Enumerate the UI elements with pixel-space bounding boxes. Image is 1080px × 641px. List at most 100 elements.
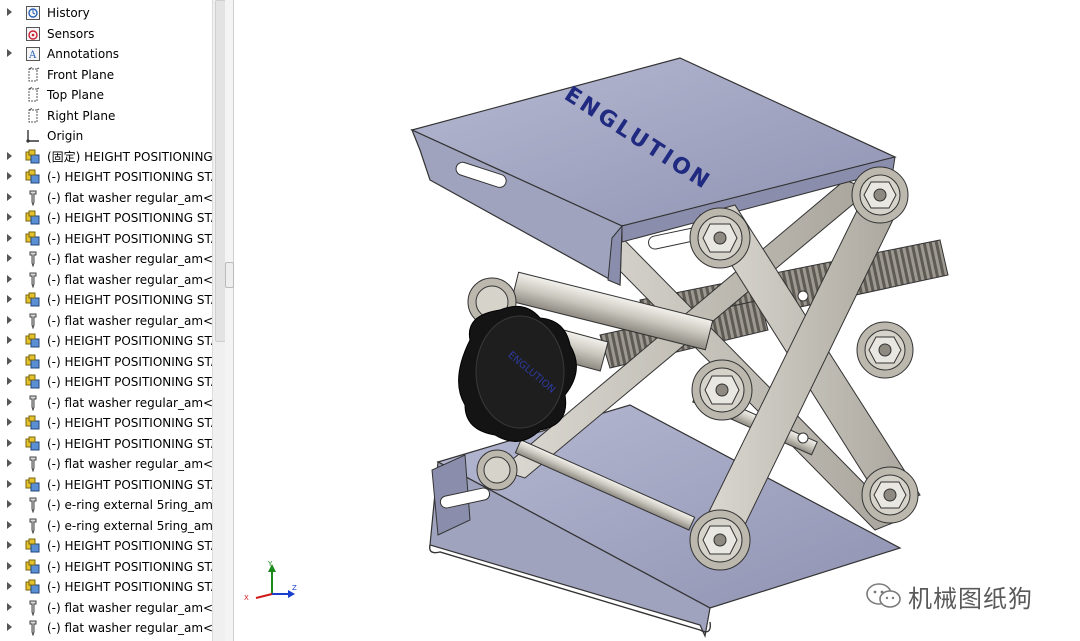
expand-arrow-icon[interactable] (7, 520, 12, 529)
assembly-icon (25, 231, 41, 247)
tree-item[interactable]: (-) flat washer regular_am<3 (0, 270, 212, 290)
tree-item-label: (-) HEIGHT POSITIONING STA (47, 293, 212, 307)
tree-item[interactable]: History (0, 3, 212, 23)
expand-arrow-icon[interactable] (7, 254, 12, 262)
tree-item[interactable]: (-) HEIGHT POSITIONING STA (0, 536, 212, 556)
tree-item[interactable]: (-) flat washer regular_am<2 (0, 249, 212, 269)
expand-arrow-icon[interactable] (7, 479, 12, 488)
part-icon (25, 190, 41, 207)
tree-item[interactable]: Right Plane (0, 106, 212, 126)
tree-item[interactable]: Origin (0, 126, 212, 146)
tree-item[interactable]: (-) HEIGHT POSITIONING STA (0, 557, 212, 577)
tree-item[interactable]: (-) e-ring external 5ring_am<3 (0, 516, 212, 536)
tree-item-label: (-) HEIGHT POSITIONING STA (47, 354, 212, 369)
expand-arrow-icon[interactable] (7, 561, 12, 570)
expand-arrow-icon[interactable] (7, 151, 12, 160)
expand-arrow-icon[interactable] (7, 356, 12, 365)
tree-item[interactable]: (-) HEIGHT POSITIONING STA (0, 413, 212, 433)
expand-arrow-icon[interactable] (7, 49, 12, 57)
watermark: 机械图纸狗 (866, 578, 1033, 614)
tree-item[interactable]: (-) HEIGHT POSITIONING STA (0, 577, 212, 597)
panel-splitter[interactable] (225, 0, 234, 641)
annotations-icon: A (25, 46, 41, 62)
tree-item[interactable]: (-) HEIGHT POSITIONING STA (0, 475, 212, 495)
tree-item[interactable]: (-) flat washer regular_am<1 (0, 188, 212, 208)
expand-arrow-icon[interactable] (7, 397, 12, 406)
part-icon (25, 251, 41, 268)
tree-item[interactable]: Sensors (0, 24, 212, 44)
tree-item-label: History (47, 6, 90, 20)
tree-item[interactable]: (固定) HEIGHT POSITIONING S (0, 147, 212, 167)
assembly-icon (25, 436, 41, 452)
wechat-icon (866, 583, 901, 608)
tree-item[interactable]: (-) flat washer regular_am<6 (0, 454, 212, 474)
part-icon (25, 600, 41, 617)
part-icon (25, 518, 41, 535)
expand-arrow-icon[interactable] (7, 315, 12, 324)
tree-item-label: (-) HEIGHT POSITIONING STA (47, 477, 212, 492)
tree-item[interactable]: (-) HEIGHT POSITIONING STA (0, 372, 212, 392)
plane-icon (25, 66, 41, 83)
tree-item-label: (-) HEIGHT POSITIONING STA (47, 231, 212, 246)
expand-arrow-icon[interactable] (7, 295, 12, 303)
tree-item-label: (-) e-ring external 5ring_am<2 (47, 498, 212, 512)
sensors-icon (25, 26, 41, 42)
tree-item[interactable]: (-) flat washer regular_am<5 (0, 393, 212, 413)
expand-arrow-icon[interactable] (7, 233, 12, 242)
expand-arrow-icon[interactable] (7, 541, 12, 549)
expand-arrow-icon[interactable] (7, 438, 12, 447)
origin-icon (25, 128, 41, 144)
tree-item[interactable]: (-) HEIGHT POSITIONING STA (0, 331, 212, 351)
assembly-icon (25, 579, 41, 595)
expand-arrow-icon[interactable] (7, 602, 12, 611)
tree-item[interactable]: (-) HEIGHT POSITIONING STA (0, 290, 212, 310)
tree-vertical-scrollbar[interactable] (212, 0, 226, 641)
tree-item[interactable]: Top Plane (0, 85, 212, 105)
expand-arrow-icon[interactable] (7, 274, 12, 283)
expand-arrow-icon[interactable] (7, 500, 12, 508)
tree-item[interactable]: (-) e-ring external 5ring_am<2 (0, 495, 212, 515)
expand-arrow-icon[interactable] (7, 192, 12, 201)
tree-item[interactable]: (-) HEIGHT POSITIONING STA (0, 434, 212, 454)
expand-arrow-icon[interactable] (7, 336, 12, 344)
tree-item[interactable]: (-) HEIGHT POSITIONING STA (0, 352, 212, 372)
triad-y-label: Y (267, 560, 273, 568)
plane-icon (25, 107, 41, 124)
tree-item-label: (-) HEIGHT POSITIONING STA (47, 559, 212, 574)
expand-arrow-icon[interactable] (7, 582, 12, 590)
tree-item-label: (-) flat washer regular_am<1 (47, 190, 212, 205)
tree-item[interactable]: (-) HEIGHT POSITIONING STA (0, 167, 212, 187)
tree-item-label: Annotations (47, 47, 120, 61)
tree-item[interactable]: Front Plane (0, 65, 212, 85)
lab-jack-model[interactable]: ENGLUTION ENGLUTION (234, 0, 1080, 641)
top-plate: ENGLUTION (410, 57, 897, 286)
tree-item[interactable]: (-) flat washer regular_am<7 (0, 598, 212, 618)
expand-arrow-icon[interactable] (7, 8, 12, 16)
part-icon (25, 395, 41, 412)
tree-item-label: (-) e-ring external 5ring_am<3 (47, 518, 212, 533)
tree-item[interactable]: (-) flat washer regular_am<8 (0, 618, 212, 638)
tree-item-label: (-) HEIGHT POSITIONING STA (47, 416, 212, 430)
expand-arrow-icon[interactable] (7, 418, 12, 426)
expand-arrow-icon[interactable] (7, 623, 12, 631)
part-icon (25, 456, 41, 473)
splitter-handle[interactable] (225, 262, 234, 288)
expand-arrow-icon[interactable] (7, 377, 12, 385)
graphics-area[interactable]: ENGLUTION ENGLUTION Y Z X 机械图纸狗 (234, 0, 1080, 641)
expand-arrow-icon[interactable] (7, 459, 12, 467)
coordinate-triad: Y Z X (244, 560, 297, 602)
plane-icon (25, 87, 41, 103)
tree-item-label: (-) HEIGHT POSITIONING STA (47, 580, 212, 594)
expand-arrow-icon[interactable] (7, 172, 12, 180)
tree-item[interactable]: (-) HEIGHT POSITIONING STA (0, 208, 212, 228)
assembly-icon (25, 149, 41, 165)
triad-z-label: Z (292, 584, 297, 592)
feature-manager-tree[interactable]: History Sensors A Annotations Front Plane Top… (0, 0, 212, 641)
assembly-icon (25, 210, 41, 226)
tree-item[interactable]: A Annotations (0, 44, 212, 64)
expand-arrow-icon[interactable] (7, 213, 12, 221)
tree-item[interactable]: (-) flat washer regular_am<4 (0, 311, 212, 331)
tree-item[interactable]: (-) HEIGHT POSITIONING STA (0, 229, 212, 249)
tree-item-label: Right Plane (47, 108, 116, 123)
assembly-icon (25, 538, 41, 554)
